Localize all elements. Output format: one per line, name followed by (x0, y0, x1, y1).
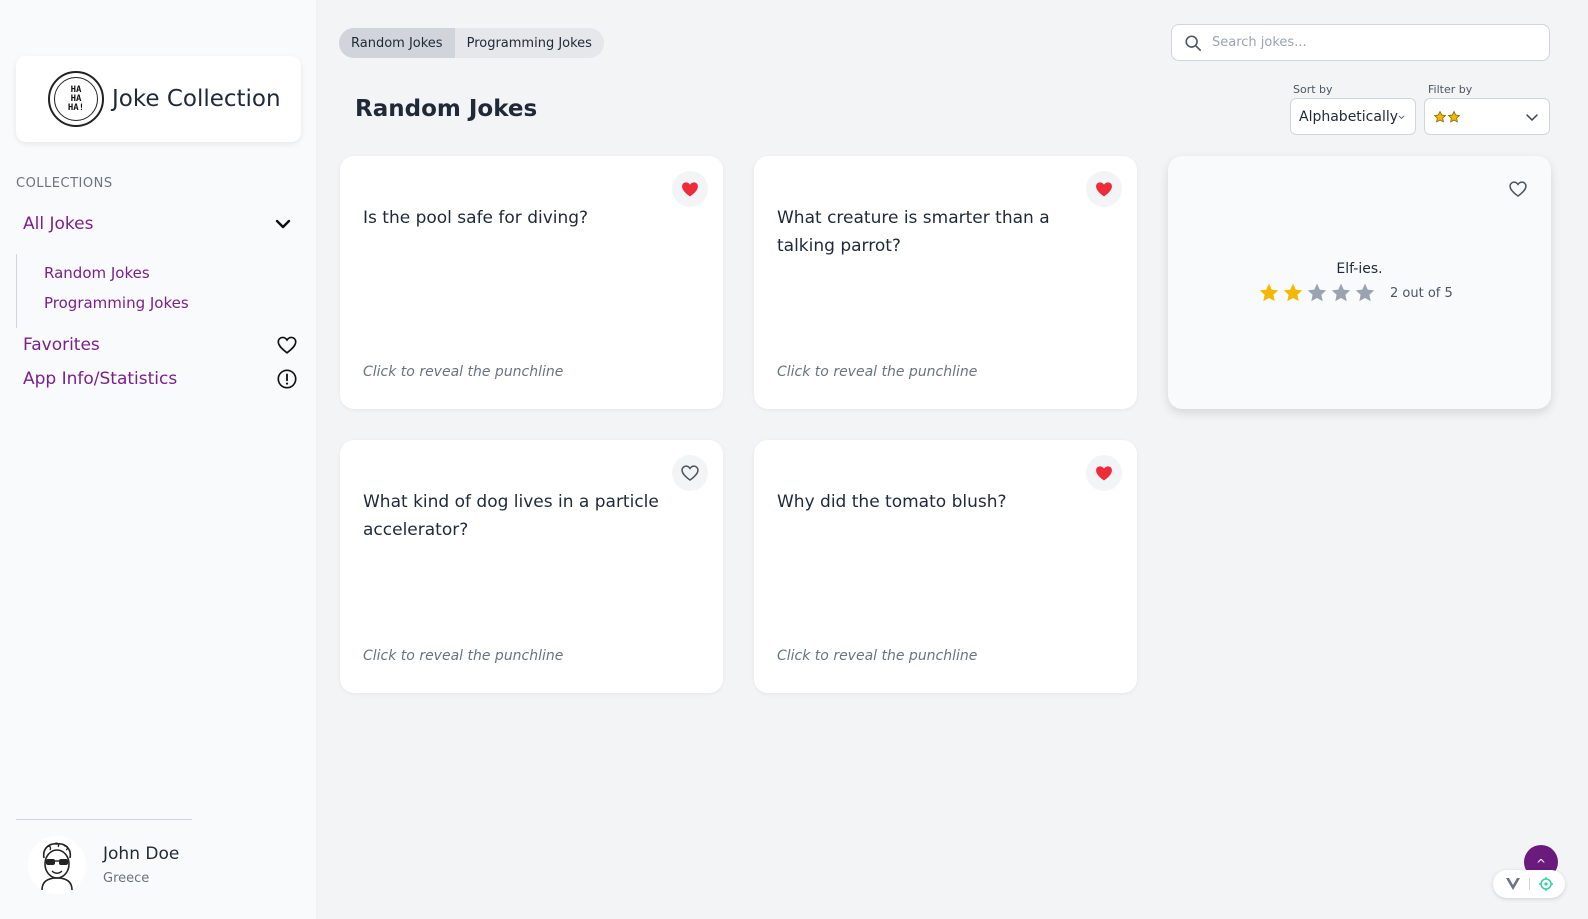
heart-outline-icon (277, 336, 297, 354)
search-input[interactable] (1212, 35, 1532, 50)
joke-card[interactable]: Why did the tomato blush? Click to revea… (754, 440, 1137, 693)
subnav-item-programming-jokes[interactable]: Programming Jokes (44, 294, 189, 312)
target-icon (1538, 877, 1553, 891)
collection-tabs: Random Jokes Programming Jokes (339, 28, 604, 58)
app-title: Joke Collection (112, 86, 281, 112)
reveal-hint: Click to reveal the punchline (777, 648, 978, 664)
page-title: Random Jokes (355, 96, 538, 122)
favorite-button[interactable] (672, 455, 708, 491)
rating-stars (1258, 282, 1378, 304)
filter-stars (1433, 110, 1461, 124)
user-name: John Doe (103, 844, 180, 864)
joke-punchline: Elf-ies. (1336, 261, 1383, 277)
devtools-separator (1528, 878, 1530, 890)
heart-outline-icon (1509, 181, 1527, 198)
chevron-down-icon (1526, 113, 1538, 121)
joke-setup: What creature is smarter than a talking … (777, 208, 1050, 256)
favorite-button[interactable] (672, 171, 708, 207)
favorite-button[interactable] (1086, 455, 1122, 491)
avatar-illustration-icon (41, 842, 73, 890)
star-filled-icon[interactable] (1282, 282, 1304, 304)
chevron-down-icon[interactable] (273, 214, 293, 234)
nav-all-jokes[interactable]: All Jokes (23, 211, 303, 237)
nav-favorites[interactable]: Favorites (23, 332, 298, 358)
search-box[interactable] (1171, 24, 1550, 61)
app-logo: HA HA HA! (48, 71, 104, 127)
joke-setup: Is the pool safe for diving? (363, 208, 589, 228)
subnav-item-random-jokes[interactable]: Random Jokes (44, 264, 150, 282)
tab-programming-jokes[interactable]: Programming Jokes (455, 28, 604, 58)
star-empty-icon[interactable] (1306, 282, 1328, 304)
joke-setup: What kind of dog lives in a particle acc… (363, 492, 659, 540)
favorite-button[interactable] (1500, 171, 1536, 207)
joke-card[interactable]: Is the pool safe for diving? Click to re… (340, 156, 723, 409)
rating-text: 2 out of 5 (1390, 285, 1453, 301)
nav-favorites-label: Favorites (23, 335, 100, 355)
logo-ring: HA HA HA! (54, 77, 98, 121)
user-country: Greece (103, 871, 150, 886)
caret-up-icon: ^ (1535, 857, 1547, 871)
filter-label: Filter by (1428, 83, 1473, 96)
heart-filled-icon (682, 182, 698, 197)
reveal-hint: Click to reveal the punchline (363, 648, 564, 664)
sort-value: Alphabetically (1299, 108, 1399, 125)
joke-card[interactable]: What kind of dog lives in a particle acc… (340, 440, 723, 693)
joke-setup: Why did the tomato blush? (777, 492, 1007, 512)
heart-filled-icon (1096, 182, 1112, 197)
star-empty-icon[interactable] (1330, 282, 1352, 304)
tab-random-jokes[interactable]: Random Jokes (339, 28, 455, 58)
user-profile[interactable]: John Doe Greece (28, 836, 179, 894)
star-rating[interactable]: 2 out of 5 (1258, 282, 1453, 304)
subnav: Random Jokes Programming Jokes (16, 254, 216, 328)
search-icon (1185, 34, 1202, 51)
collections-label: COLLECTIONS (16, 176, 113, 191)
brand-card[interactable]: HA HA HA! Joke Collection (16, 56, 301, 142)
reveal-hint: Click to reveal the punchline (777, 364, 978, 380)
nav-app-info[interactable]: App Info/Statistics (23, 366, 298, 392)
chevron-down-icon (1398, 115, 1405, 119)
reveal-hint: Click to reveal the punchline (363, 364, 564, 380)
nav-all-jokes-label: All Jokes (23, 214, 94, 234)
sort-select[interactable]: Alphabetically (1290, 98, 1416, 135)
nav-app-info-label: App Info/Statistics (23, 369, 178, 389)
heart-filled-icon (1096, 466, 1112, 481)
star-filled-icon[interactable] (1258, 282, 1280, 304)
avatar (28, 836, 86, 894)
heart-outline-icon (681, 465, 699, 482)
sort-label: Sort by (1293, 83, 1333, 96)
joke-card-revealed[interactable]: Elf-ies. 2 out of 5 (1168, 156, 1551, 409)
favorite-button[interactable] (1086, 171, 1122, 207)
sidebar: HA HA HA! Joke Collection COLLECTIONS Al… (0, 0, 317, 919)
logo-text-3: HA! (67, 102, 85, 113)
user-divider (16, 819, 192, 820)
joke-card[interactable]: What creature is smarter than a talking … (754, 156, 1137, 409)
star-filled-icon (1447, 110, 1461, 123)
devtools-toggle[interactable] (1493, 870, 1565, 898)
star-filled-icon (1433, 110, 1447, 123)
star-empty-icon[interactable] (1354, 282, 1376, 304)
filter-select[interactable] (1424, 98, 1550, 135)
info-circle-icon (277, 369, 297, 389)
vue-logo-icon (1505, 878, 1520, 890)
